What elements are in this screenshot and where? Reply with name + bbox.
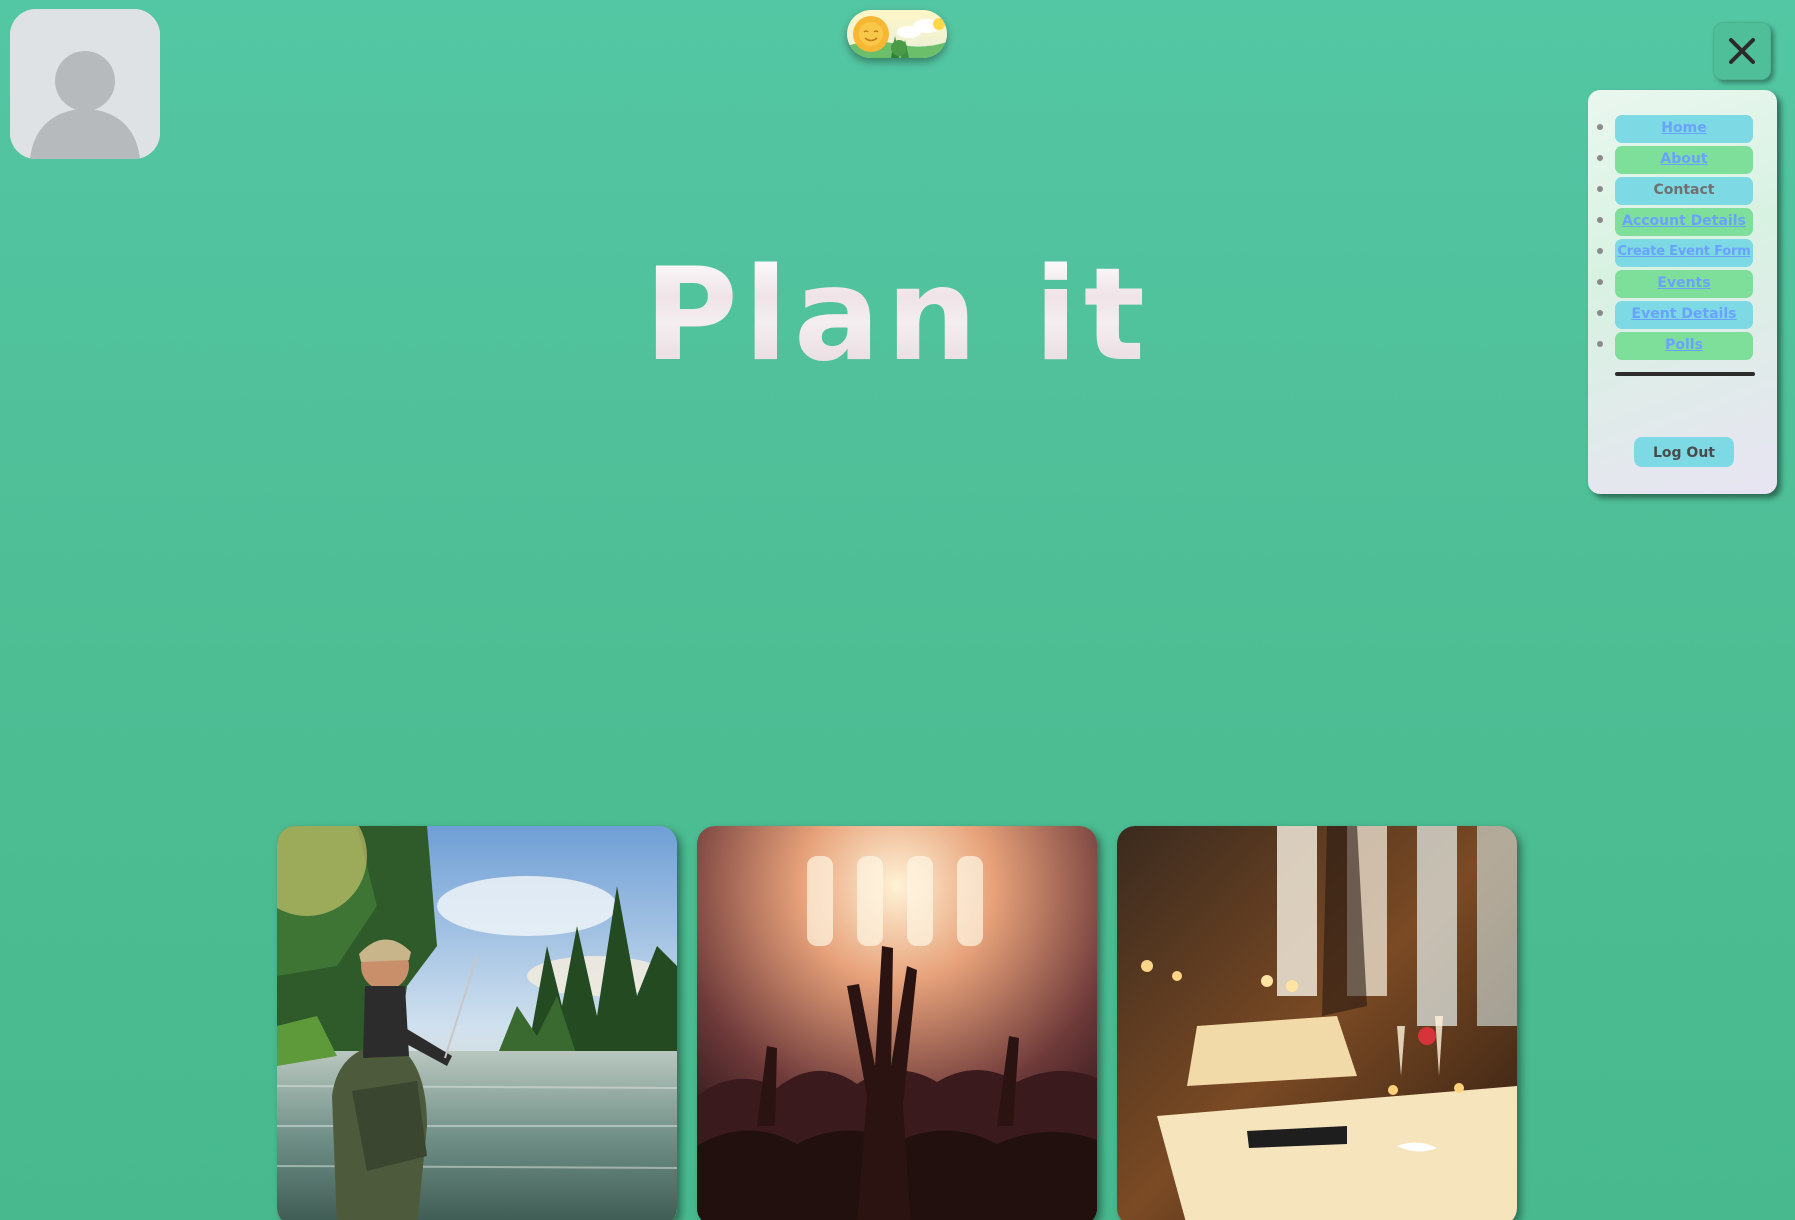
avatar[interactable]: [10, 9, 160, 159]
page-title: Plan it: [0, 252, 1795, 380]
nav-item-contact: Contact: [1588, 177, 1777, 208]
fishing-river-photo: [277, 826, 677, 1220]
nav-link-create-event-form[interactable]: Create Event Form: [1615, 239, 1753, 267]
nav-link-event-details[interactable]: Event Details: [1615, 301, 1753, 329]
bullet-icon: [1597, 186, 1603, 192]
card-fishing[interactable]: [277, 826, 677, 1220]
nav-link-account-details[interactable]: Account Details: [1615, 208, 1753, 236]
restaurant-dining-photo: [1117, 826, 1517, 1220]
nav-divider: [1615, 372, 1755, 376]
nav-link-events[interactable]: Events: [1615, 270, 1753, 298]
nav-link-contact[interactable]: Contact: [1615, 177, 1753, 205]
bullet-icon: [1597, 310, 1603, 316]
sun-landscape-icon: [847, 10, 947, 58]
nav-item-create-event-form: Create Event Form: [1588, 239, 1777, 270]
nav-link-about[interactable]: About: [1615, 146, 1753, 174]
bullet-icon: [1597, 124, 1603, 130]
logout-button[interactable]: Log Out: [1634, 437, 1734, 467]
nav-list: Home About Contact Account Details Creat…: [1588, 115, 1777, 363]
user-avatar-icon: [10, 9, 160, 159]
close-icon: [1729, 38, 1755, 64]
concert-crowd-photo: [697, 826, 1097, 1220]
nav-link-polls[interactable]: Polls: [1615, 332, 1753, 360]
bullet-icon: [1597, 279, 1603, 285]
bullet-icon: [1597, 248, 1603, 254]
close-button[interactable]: [1713, 22, 1771, 80]
nav-item-account-details: Account Details: [1588, 208, 1777, 239]
nav-item-home: Home: [1588, 115, 1777, 146]
card-concert[interactable]: [697, 826, 1097, 1220]
bullet-icon: [1597, 155, 1603, 161]
nav-menu: Home About Contact Account Details Creat…: [1588, 90, 1777, 494]
bullet-icon: [1597, 341, 1603, 347]
card-dining[interactable]: [1117, 826, 1517, 1220]
nav-item-events: Events: [1588, 270, 1777, 301]
bullet-icon: [1597, 217, 1603, 223]
nav-item-about: About: [1588, 146, 1777, 177]
nav-item-event-details: Event Details: [1588, 301, 1777, 332]
nav-link-home[interactable]: Home: [1615, 115, 1753, 143]
nav-item-polls: Polls: [1588, 332, 1777, 363]
theme-toggle[interactable]: [847, 10, 947, 58]
